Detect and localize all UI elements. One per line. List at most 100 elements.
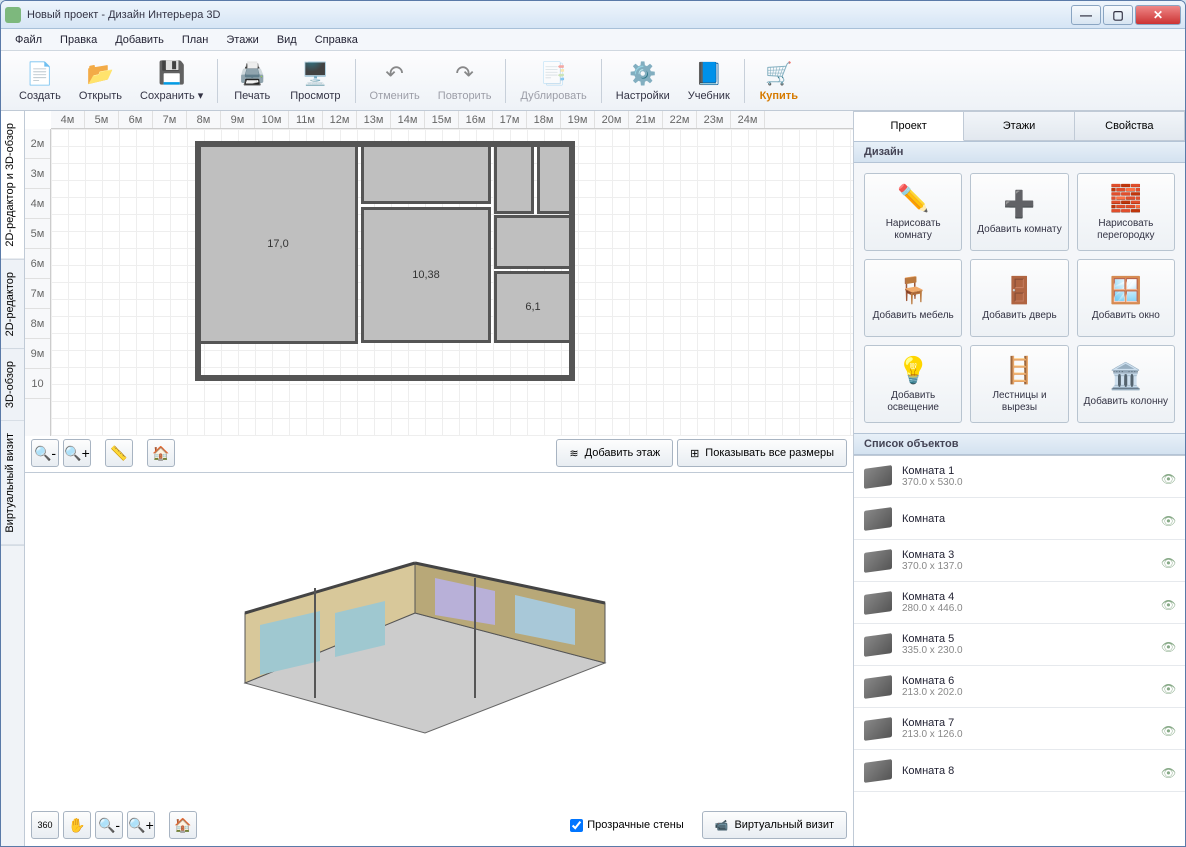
room-2[interactable]: 10,38 [361, 207, 491, 343]
visibility-icon[interactable]: 👁 [1161, 514, 1175, 524]
save-button[interactable]: 💾Сохранить ▾ [132, 54, 211, 108]
plan-3d-view[interactable]: 360 ✋ 🔍- 🔍+ 🏠 Прозрачные стены 📹Виртуаль… [25, 473, 853, 846]
object-item-3[interactable]: Комната 4280.0 x 446.0👁 [854, 582, 1185, 624]
draw-partition-icon: 🧱 [1110, 183, 1142, 215]
tools-2d: 🔍- 🔍+ 📏 🏠 ≋Добавить этаж ⊞Показывать все… [31, 438, 847, 468]
add-light-button[interactable]: 💡Добавить освещение [864, 345, 962, 423]
ruler-horizontal: 4м5м6м7м8м9м10м11м12м13м14м15м16м17м18м1… [51, 111, 853, 129]
room-hall[interactable] [361, 144, 491, 204]
new-button[interactable]: 📄Создать [11, 54, 69, 108]
home-3d-button[interactable]: 🏠 [169, 811, 197, 839]
menu-План[interactable]: План [174, 31, 217, 49]
minimize-button[interactable]: — [1071, 5, 1101, 25]
zoom-in-button[interactable]: 🔍+ [63, 439, 91, 467]
settings-button[interactable]: ⚙️Настройки [608, 54, 678, 108]
settings-icon: ⚙️ [629, 60, 657, 88]
rtab-Проект[interactable]: Проект [854, 111, 964, 141]
virtual-visit-button[interactable]: 📹Виртуальный визит [702, 811, 847, 839]
menu-Этажи[interactable]: Этажи [218, 31, 266, 49]
close-button[interactable]: ✕ [1135, 5, 1181, 25]
room-small1[interactable] [494, 144, 534, 214]
object-item-7[interactable]: Комната 8👁 [854, 750, 1185, 792]
tools-3d: 360 ✋ 🔍- 🔍+ 🏠 Прозрачные стены 📹Виртуаль… [31, 810, 847, 840]
room-small3[interactable] [494, 215, 572, 269]
zoom-in-3d-button[interactable]: 🔍+ [127, 811, 155, 839]
add-column-button[interactable]: 🏛️Добавить колонну [1077, 345, 1175, 423]
model-3d[interactable] [185, 503, 645, 773]
object-item-0[interactable]: Комната 1370.0 x 530.0👁 [854, 456, 1185, 498]
add-window-button[interactable]: 🪟Добавить окно [1077, 259, 1175, 337]
rotate-360-button[interactable]: 360 [31, 811, 59, 839]
open-button[interactable]: 📂Открыть [71, 54, 130, 108]
redo-icon: ↷ [451, 60, 479, 88]
visibility-icon[interactable]: 👁 [1161, 556, 1175, 566]
rtab-Этажи[interactable]: Этажи [964, 111, 1074, 141]
tutorial-icon: 📘 [695, 60, 723, 88]
buy-button[interactable]: 🛒Купить [751, 54, 807, 108]
rtab-Свойства[interactable]: Свойства [1075, 111, 1185, 141]
home-button[interactable]: 🏠 [147, 439, 175, 467]
add-door-button[interactable]: 🚪Добавить дверь [970, 259, 1068, 337]
center-panel: 4м5м6м7м8м9м10м11м12м13м14м15м16м17м18м1… [25, 111, 853, 846]
floorplan[interactable]: 17,0 10,38 6,1 [195, 141, 575, 381]
menu-Добавить[interactable]: Добавить [107, 31, 172, 49]
add-room-button[interactable]: ➕Добавить комнату [970, 173, 1068, 251]
object-item-2[interactable]: Комната 3370.0 x 137.0👁 [854, 540, 1185, 582]
object-item-1[interactable]: Комната👁 [854, 498, 1185, 540]
sidetab-1[interactable]: 2D-редактор [1, 260, 24, 349]
toolbar: 📄Создать📂Открыть💾Сохранить ▾🖨️Печать🖥️Пр… [1, 51, 1185, 111]
buy-icon: 🛒 [765, 60, 793, 88]
object-list[interactable]: Комната 1370.0 x 530.0👁Комната👁Комната 3… [854, 455, 1185, 846]
titlebar: Новый проект - Дизайн Интерьера 3D — ▢ ✕ [1, 1, 1185, 29]
plan-2d-view[interactable]: 4м5м6м7м8м9м10м11м12м13м14м15м16м17м18м1… [25, 111, 853, 473]
window-title: Новый проект - Дизайн Интерьера 3D [27, 9, 1071, 21]
menubar: ФайлПравкаДобавитьПланЭтажиВидСправка [1, 29, 1185, 51]
right-tabs: ПроектЭтажиСвойства [854, 111, 1185, 141]
measure-button[interactable]: 📏 [105, 439, 133, 467]
menu-Справка[interactable]: Справка [307, 31, 366, 49]
visibility-icon[interactable]: 👁 [1161, 724, 1175, 734]
add-floor-button[interactable]: ≋Добавить этаж [556, 439, 673, 467]
sidetab-3[interactable]: Виртуальный визит [1, 421, 24, 546]
undo-button: ↶Отменить [362, 54, 428, 108]
maximize-button[interactable]: ▢ [1103, 5, 1133, 25]
objects-section-header: Список объектов [854, 433, 1185, 455]
add-furniture-button[interactable]: 🪑Добавить мебель [864, 259, 962, 337]
tutorial-button[interactable]: 📘Учебник [680, 54, 738, 108]
menu-Вид[interactable]: Вид [269, 31, 305, 49]
transparent-walls-checkbox[interactable]: Прозрачные стены [570, 819, 683, 832]
room-small2[interactable] [537, 144, 572, 214]
draw-room-button[interactable]: ✏️Нарисовать комнату [864, 173, 962, 251]
layers-icon: ≋ [569, 447, 578, 460]
stairs-button[interactable]: 🪜Лестницы и вырезы [970, 345, 1068, 423]
visibility-icon[interactable]: 👁 [1161, 598, 1175, 608]
design-section-header: Дизайн [854, 141, 1185, 163]
zoom-out-3d-button[interactable]: 🔍- [95, 811, 123, 839]
room-3[interactable]: 6,1 [494, 271, 572, 343]
add-room-icon: ➕ [1003, 189, 1035, 221]
visibility-icon[interactable]: 👁 [1161, 640, 1175, 650]
room-1[interactable]: 17,0 [198, 144, 358, 344]
sidetab-0[interactable]: 2D-редактор и 3D-обзор [1, 111, 24, 260]
zoom-out-button[interactable]: 🔍- [31, 439, 59, 467]
add-window-icon: 🪟 [1110, 275, 1142, 307]
pan-button[interactable]: ✋ [63, 811, 91, 839]
visibility-icon[interactable]: 👁 [1161, 472, 1175, 482]
add-furniture-icon: 🪑 [897, 275, 929, 307]
preview-icon: 🖥️ [301, 60, 329, 88]
visibility-icon[interactable]: 👁 [1161, 766, 1175, 776]
object-item-6[interactable]: Комната 7213.0 x 126.0👁 [854, 708, 1185, 750]
visibility-icon[interactable]: 👁 [1161, 682, 1175, 692]
preview-button[interactable]: 🖥️Просмотр [282, 54, 348, 108]
sidetab-2[interactable]: 3D-обзор [1, 349, 24, 421]
print-button[interactable]: 🖨️Печать [224, 54, 280, 108]
menu-Правка[interactable]: Правка [52, 31, 105, 49]
room-icon [864, 717, 892, 741]
object-item-4[interactable]: Комната 5335.0 x 230.0👁 [854, 624, 1185, 666]
room-icon [864, 465, 892, 489]
show-dimensions-button[interactable]: ⊞Показывать все размеры [677, 439, 847, 467]
room-icon [864, 633, 892, 657]
menu-Файл[interactable]: Файл [7, 31, 50, 49]
draw-partition-button[interactable]: 🧱Нарисовать перегородку [1077, 173, 1175, 251]
object-item-5[interactable]: Комната 6213.0 x 202.0👁 [854, 666, 1185, 708]
